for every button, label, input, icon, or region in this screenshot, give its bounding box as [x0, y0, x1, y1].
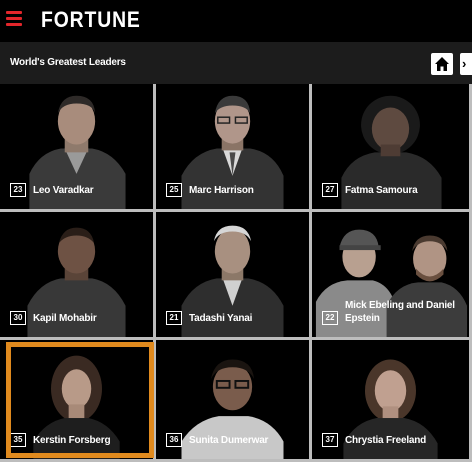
leader-card[interactable]: 36 Sunita Dumerwar — [156, 340, 312, 462]
leader-card[interactable]: 37 Chrystia Freeland — [312, 340, 472, 462]
rank-badge: 36 — [166, 433, 182, 447]
leader-card[interactable]: 35 Kerstin Forsberg — [0, 340, 156, 462]
leader-name: Marc Harrison — [189, 185, 254, 196]
leader-card[interactable]: 21 Tadashi Yanai — [156, 212, 312, 340]
rank-badge: 30 — [10, 311, 26, 325]
next-button[interactable]: › — [460, 53, 472, 75]
leader-name: Kapil Mohabir — [33, 313, 97, 324]
brand-logo[interactable]: FORTUNE — [41, 7, 141, 33]
leader-card[interactable]: 25 Marc Harrison — [156, 84, 312, 212]
home-icon — [435, 57, 449, 71]
leader-card[interactable]: 27 Fatma Samoura — [312, 84, 472, 212]
leader-name: Chrystia Freeland — [345, 435, 427, 446]
rank-badge: 27 — [322, 183, 338, 197]
leaders-grid: 23 Leo Varadkar 25 Marc Harrison 27 Fatm… — [0, 84, 472, 462]
leader-name: Leo Varadkar — [33, 185, 94, 196]
rank-badge: 23 — [10, 183, 26, 197]
leader-card[interactable]: 23 Leo Varadkar — [0, 84, 156, 212]
leader-name: Tadashi Yanai — [189, 313, 253, 324]
leader-name: Kerstin Forsberg — [33, 435, 111, 446]
rank-badge: 25 — [166, 183, 182, 197]
rank-badge: 35 — [10, 433, 26, 447]
menu-icon[interactable] — [6, 11, 22, 26]
top-bar: FORTUNE — [0, 0, 472, 42]
page-title: World's Greatest Leaders — [10, 57, 126, 68]
section-bar: World's Greatest Leaders — [0, 42, 472, 84]
rank-badge: 22 — [322, 311, 338, 325]
leader-card[interactable]: 30 Kapil Mohabir — [0, 212, 156, 340]
leader-name: Sunita Dumerwar — [189, 435, 269, 446]
leader-name: Fatma Samoura — [345, 185, 418, 196]
leader-card[interactable]: 22 Mick Ebeling and Daniel Epstein — [312, 212, 472, 340]
rank-badge: 21 — [166, 311, 182, 325]
home-button[interactable] — [431, 53, 453, 75]
rank-badge: 37 — [322, 433, 338, 447]
leader-name: Mick Ebeling and Daniel Epstein — [345, 300, 455, 324]
